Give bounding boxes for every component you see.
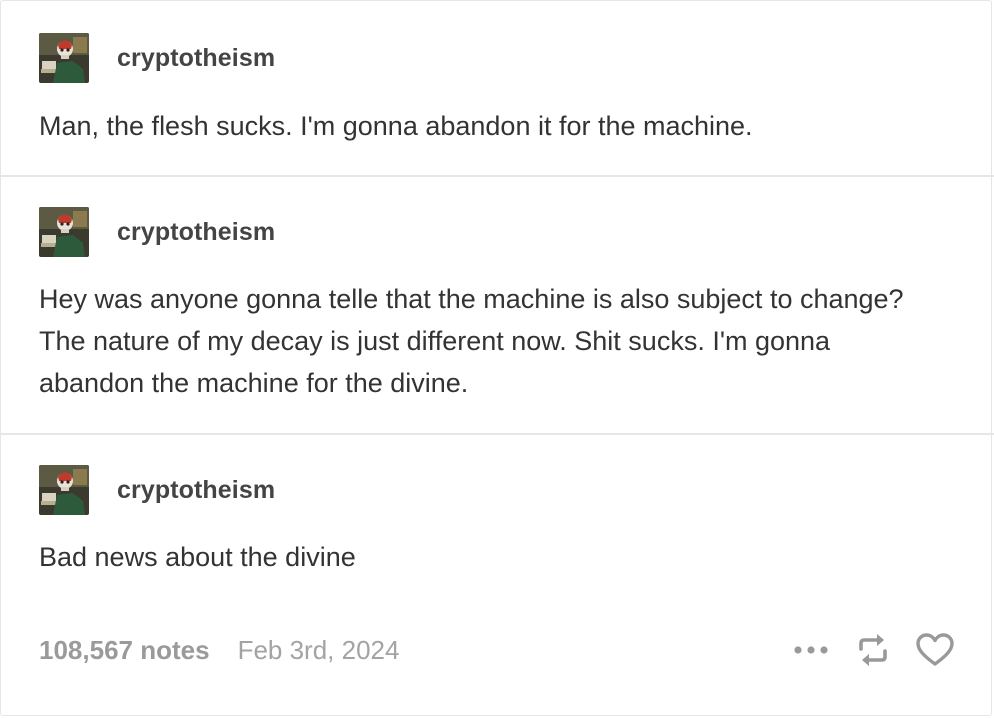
avatar[interactable]: [39, 33, 89, 83]
post-actions: [791, 630, 955, 670]
notes-count[interactable]: 108,567 notes: [39, 635, 210, 666]
post-text: Man, the flesh sucks. I'm gonna abandon …: [39, 111, 753, 141]
username[interactable]: cryptotheism: [117, 476, 275, 505]
reblog-icon: [859, 634, 887, 666]
post-text: Bad news about the divine: [39, 542, 356, 572]
post-footer: 108,567 notes Feb 3rd, 2024: [39, 628, 955, 672]
username[interactable]: cryptotheism: [117, 44, 275, 73]
post-date[interactable]: Feb 3rd, 2024: [238, 635, 400, 666]
reblog-divider: [0, 433, 994, 435]
heart-icon: [916, 633, 954, 666]
reblog-header: cryptotheism: [39, 33, 275, 83]
reblog-divider: [0, 175, 994, 177]
reblog-header: cryptotheism: [39, 207, 275, 257]
more-button[interactable]: [791, 630, 831, 670]
avatar[interactable]: [39, 207, 89, 257]
like-button[interactable]: [915, 630, 955, 670]
reblog-button[interactable]: [853, 630, 893, 670]
avatar[interactable]: [39, 465, 89, 515]
username[interactable]: cryptotheism: [117, 218, 275, 247]
post-text: Hey was anyone gonna telle that the mach…: [39, 284, 904, 398]
more-dots-icon: [794, 646, 828, 654]
reblog-header: cryptotheism: [39, 465, 275, 515]
